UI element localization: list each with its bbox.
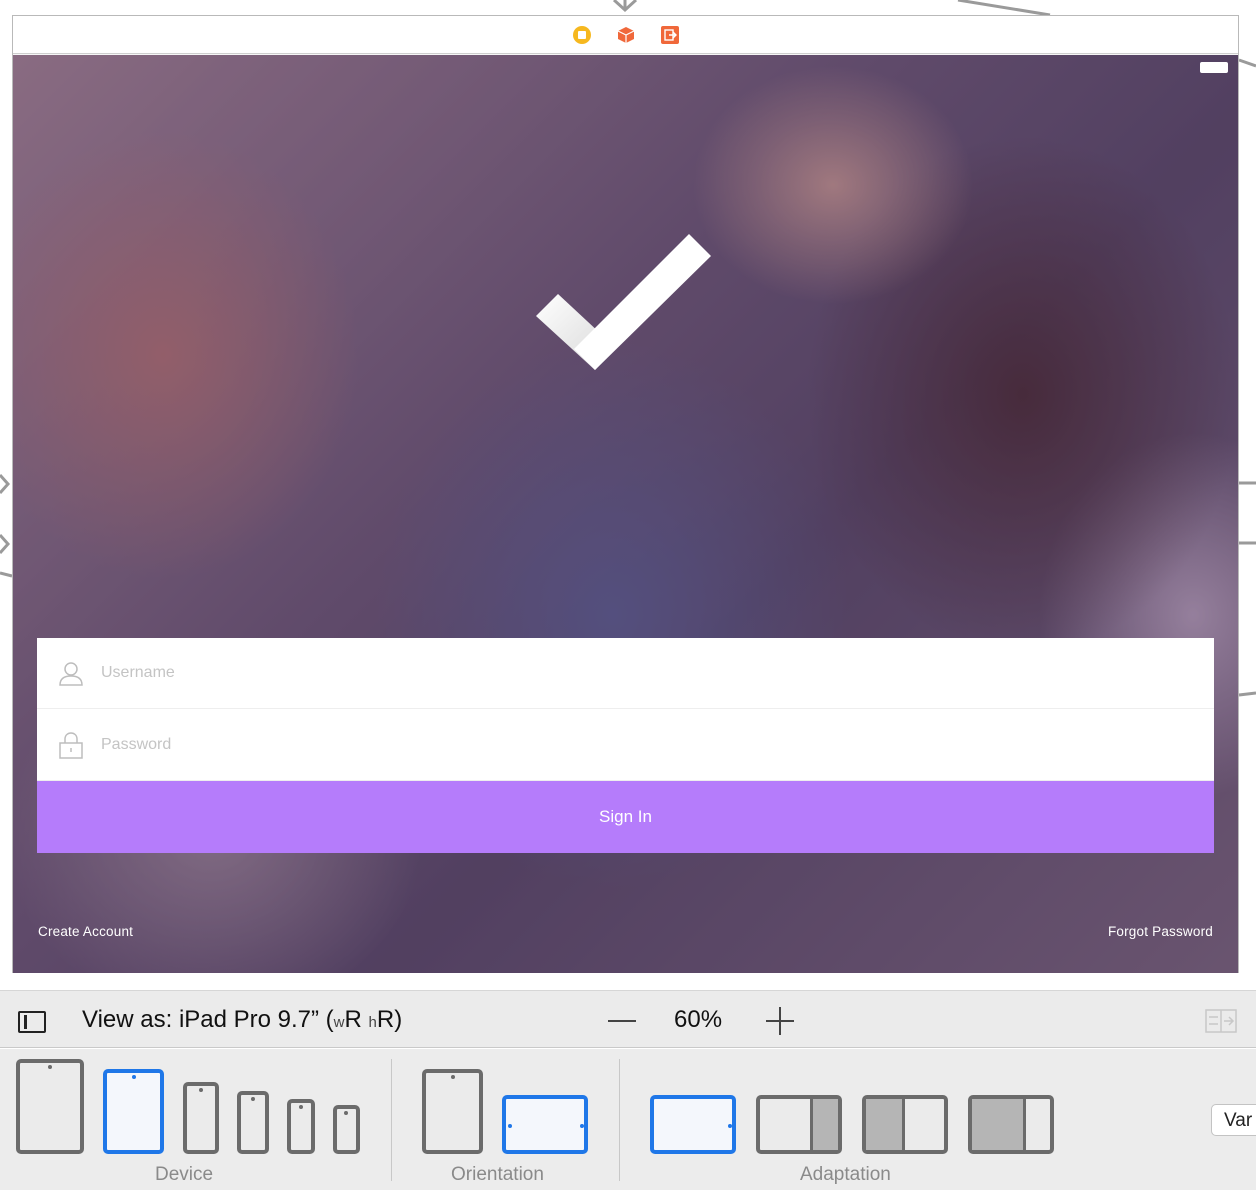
zoom-level: 60%: [674, 1006, 723, 1033]
device-group-label: Device: [155, 1164, 214, 1185]
view-as-prefix: View as: iPad Pro 9.7” (: [82, 1006, 334, 1033]
view-as-bar: View as: iPad Pro 9.7” (wR hR) 60%: [0, 990, 1256, 1048]
document-outline-toggle-icon[interactable]: [18, 1011, 46, 1033]
create-account-link[interactable]: Create Account: [38, 924, 133, 939]
checkmark-icon: [533, 230, 723, 380]
login-screen: Sign In Create Account Forgot Password: [13, 55, 1238, 973]
height-class-value: R: [376, 1006, 395, 1033]
username-row[interactable]: [37, 638, 1214, 709]
device-iphone-se-icon[interactable]: [287, 1099, 315, 1154]
password-input[interactable]: [101, 735, 701, 754]
username-input[interactable]: [101, 664, 701, 682]
vary-for-traits-button[interactable]: Var: [1211, 1104, 1256, 1136]
view-controller-icon[interactable]: [571, 24, 593, 46]
divider: [391, 1059, 392, 1181]
embed-in-stack-icon[interactable]: [1205, 1009, 1237, 1033]
width-class-value: R: [344, 1006, 362, 1033]
height-class-label: h: [368, 1014, 377, 1031]
view-as-label[interactable]: View as: iPad Pro 9.7” (wR hR): [82, 1006, 402, 1034]
orientation-group-label: Orientation: [451, 1164, 544, 1185]
view-as-suffix: ): [394, 1006, 403, 1033]
password-row[interactable]: [37, 709, 1214, 781]
zoom-out-icon[interactable]: [608, 1020, 636, 1022]
adaptation-group-label: Adaptation: [800, 1164, 891, 1185]
device-iphone-4s-icon[interactable]: [333, 1105, 360, 1154]
lock-icon: [57, 731, 85, 759]
login-form: Sign In: [37, 638, 1214, 853]
orientation-portrait-icon[interactable]: [422, 1069, 483, 1154]
adaptation-two-thirds-icon[interactable]: [756, 1095, 842, 1154]
orientation-landscape-icon[interactable]: [502, 1095, 588, 1154]
device-ipad-pro-9-icon[interactable]: [103, 1069, 164, 1154]
device-ipad-pro-12-icon[interactable]: [16, 1059, 84, 1154]
divider: [619, 1059, 620, 1181]
zoom-in-icon[interactable]: [766, 1007, 794, 1035]
first-responder-icon[interactable]: [615, 24, 637, 46]
scene-dock: [13, 16, 1238, 54]
adaptation-full-screen-icon[interactable]: [650, 1095, 736, 1154]
device-configuration-bar: Device Orientation Adaptation Var: [0, 1049, 1256, 1190]
device-iphone-plus-icon[interactable]: [183, 1082, 219, 1154]
scene-frame[interactable]: Sign In Create Account Forgot Password: [12, 15, 1239, 973]
sign-in-button[interactable]: Sign In: [37, 781, 1214, 853]
adaptation-half-icon[interactable]: [862, 1095, 948, 1154]
adaptation-one-third-icon[interactable]: [968, 1095, 1054, 1154]
width-class-label: w: [333, 1014, 345, 1031]
battery-icon: [1200, 62, 1228, 73]
storyboard-canvas: Sign In Create Account Forgot Password: [0, 0, 1256, 990]
forgot-password-link[interactable]: Forgot Password: [1108, 924, 1213, 939]
device-iphone-icon[interactable]: [237, 1091, 269, 1154]
user-icon: [57, 659, 85, 687]
exit-icon[interactable]: [659, 24, 681, 46]
